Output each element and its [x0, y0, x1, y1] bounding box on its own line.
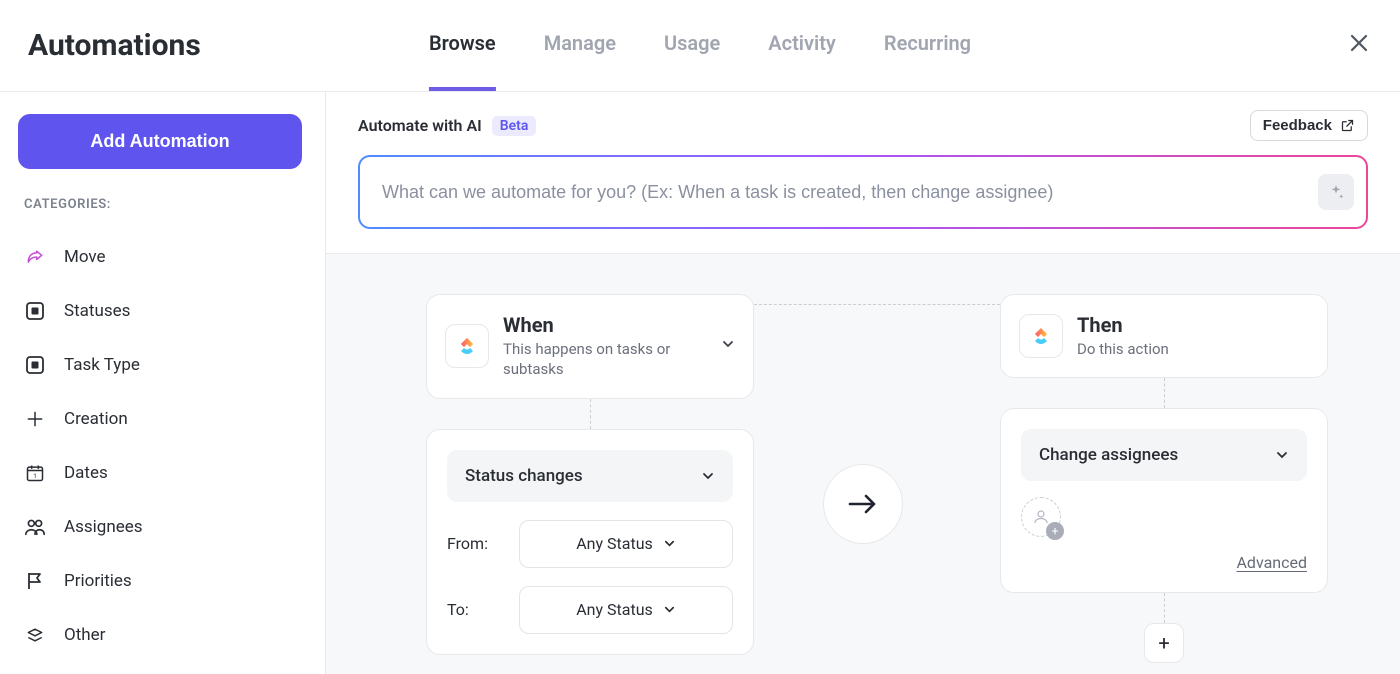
sidebar-item-move[interactable]: Move: [18, 230, 307, 284]
add-automation-button[interactable]: Add Automation: [18, 114, 302, 169]
tab-activity[interactable]: Activity: [768, 31, 836, 61]
sidebar-item-priorities[interactable]: Priorities: [18, 554, 307, 608]
tab-usage[interactable]: Usage: [664, 31, 720, 61]
advanced-link[interactable]: Advanced: [1021, 553, 1307, 572]
trigger-type-select[interactable]: Status changes: [447, 450, 733, 502]
page-title: Automations: [28, 28, 201, 63]
trigger-card: Status changes From: Any Status To:: [426, 429, 754, 655]
sidebar-item-label: Task Type: [64, 355, 140, 375]
when-subtitle: This happens on tasks or subtasks: [503, 339, 707, 380]
feedback-label: Feedback: [1263, 117, 1332, 134]
sparkle-icon: [1327, 183, 1345, 201]
sidebar-item-label: Dates: [64, 463, 108, 483]
share-arrow-icon: [24, 246, 46, 268]
main: Automate with AI Beta Feedback: [326, 92, 1400, 674]
from-status-value: Any Status: [576, 534, 653, 553]
svg-text:1: 1: [33, 472, 37, 480]
plus-outline-icon: [24, 408, 46, 430]
sidebar-item-dates[interactable]: 1 Dates: [18, 446, 307, 500]
then-card[interactable]: Then Do this action: [1000, 294, 1328, 378]
to-label: To:: [447, 600, 503, 619]
tab-manage[interactable]: Manage: [544, 31, 616, 61]
ai-generate-button[interactable]: [1318, 174, 1354, 210]
tab-browse[interactable]: Browse: [429, 31, 496, 61]
external-link-icon: [1340, 118, 1355, 133]
sidebar-item-label: Priorities: [64, 571, 132, 591]
tab-recurring[interactable]: Recurring: [884, 31, 971, 61]
sidebar-item-label: Other: [64, 625, 105, 645]
trigger-type-label: Status changes: [465, 466, 583, 486]
flag-icon: [24, 570, 46, 592]
add-action-button[interactable]: +: [1144, 623, 1184, 663]
vertical-connector: [590, 399, 591, 429]
sidebar-item-task-type[interactable]: Task Type: [18, 338, 307, 392]
when-card[interactable]: When This happens on tasks or subtasks: [426, 294, 754, 399]
sidebar-item-label: Statuses: [64, 301, 130, 321]
to-status-value: Any Status: [576, 600, 653, 619]
chevron-down-icon: [663, 537, 676, 550]
vertical-connector: [1164, 378, 1165, 408]
then-title: Then: [1077, 313, 1169, 337]
tabs: Browse Manage Usage Activity Recurring: [429, 31, 971, 61]
plus-badge-icon: +: [1046, 522, 1064, 540]
chevron-down-icon[interactable]: [721, 337, 735, 355]
app-logo-icon: [445, 324, 489, 368]
ai-input-border: [358, 155, 1368, 229]
automation-canvas: When This happens on tasks or subtasks S…: [326, 254, 1400, 674]
app-logo-icon: [1019, 314, 1063, 358]
flow-arrow: [823, 464, 903, 544]
then-column: Then Do this action Change assignees: [1000, 294, 1328, 663]
then-subtitle: Do this action: [1077, 339, 1169, 359]
feedback-button[interactable]: Feedback: [1250, 110, 1368, 141]
sidebar-item-label: Move: [64, 247, 106, 267]
add-assignee-button[interactable]: +: [1021, 497, 1061, 537]
stack-icon: [24, 624, 46, 646]
chevron-down-icon: [701, 469, 715, 483]
sidebar-item-other[interactable]: Other: [18, 608, 307, 662]
beta-badge: Beta: [492, 116, 537, 136]
sidebar: Add Automation CATEGORIES: Move Statuses…: [0, 92, 326, 674]
action-card: Change assignees + Advanced: [1000, 408, 1328, 593]
ai-prompt-input[interactable]: [382, 182, 1318, 203]
close-icon[interactable]: [1350, 33, 1368, 58]
people-icon: [24, 516, 46, 538]
ai-bar: Automate with AI Beta Feedback: [326, 92, 1400, 254]
sidebar-item-statuses[interactable]: Statuses: [18, 284, 307, 338]
ai-label: Automate with AI Beta: [358, 116, 536, 136]
from-label: From:: [447, 534, 503, 553]
from-status-select[interactable]: Any Status: [519, 520, 733, 568]
square-dot-icon: [24, 354, 46, 376]
vertical-connector: [1164, 593, 1165, 623]
ai-label-text: Automate with AI: [358, 116, 482, 135]
chevron-down-icon: [1275, 448, 1289, 462]
action-type-label: Change assignees: [1039, 445, 1178, 465]
person-icon: [1032, 508, 1050, 526]
chevron-down-icon: [663, 603, 676, 616]
calendar-icon: 1: [24, 462, 46, 484]
categories-heading: CATEGORIES:: [18, 197, 307, 212]
action-type-select[interactable]: Change assignees: [1021, 429, 1307, 481]
to-status-select[interactable]: Any Status: [519, 586, 733, 634]
when-column: When This happens on tasks or subtasks S…: [426, 294, 754, 663]
sidebar-item-label: Creation: [64, 409, 128, 429]
sidebar-item-label: Assignees: [64, 517, 143, 537]
header: Automations Browse Manage Usage Activity…: [0, 0, 1400, 92]
when-title: When: [503, 313, 707, 337]
horizontal-connector: [754, 304, 1000, 305]
square-dot-icon: [24, 300, 46, 322]
sidebar-item-creation[interactable]: Creation: [18, 392, 307, 446]
sidebar-item-assignees[interactable]: Assignees: [18, 500, 307, 554]
